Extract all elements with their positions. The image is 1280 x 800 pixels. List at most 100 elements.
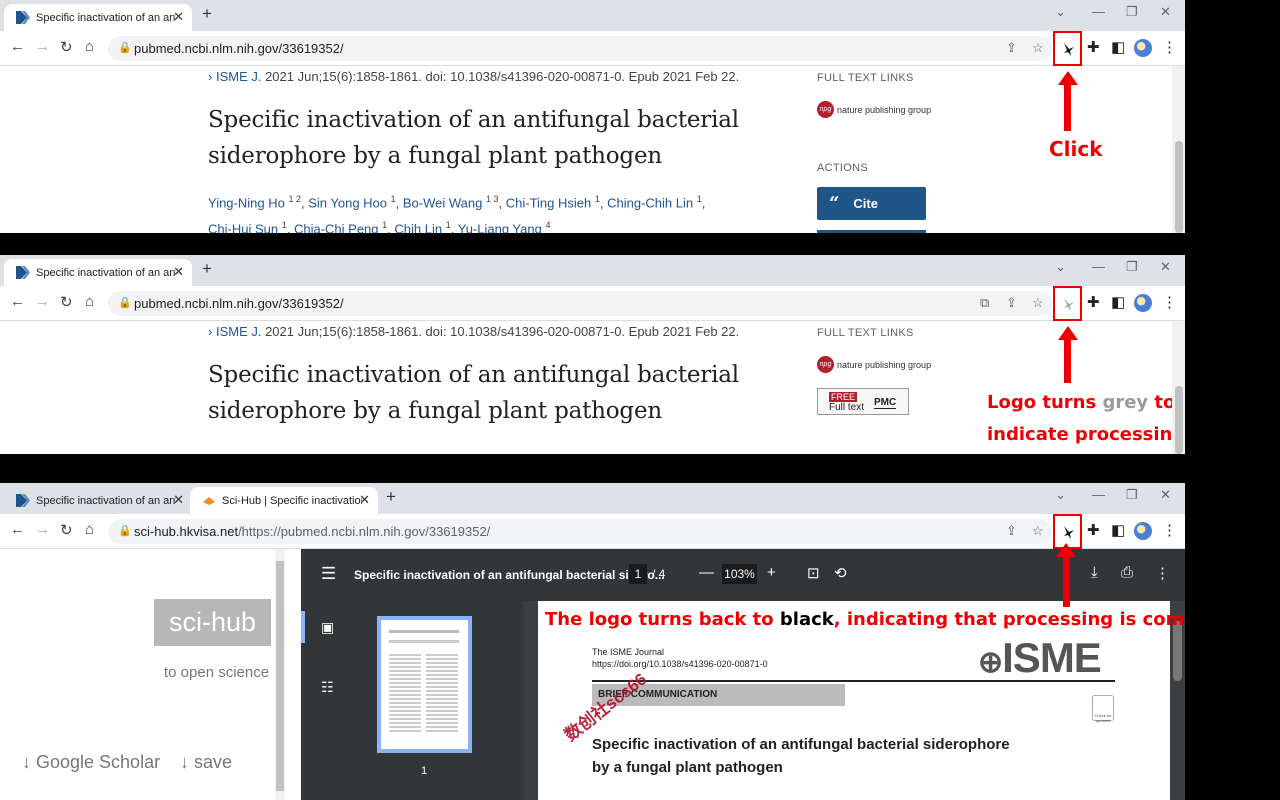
author-link[interactable]: Chih Lin <box>394 222 442 233</box>
cite-button[interactable]: “ Cite <box>817 187 926 220</box>
fit-page-icon[interactable]: ⊡ <box>807 564 820 582</box>
tab-search-chevron-icon[interactable]: ⌄ <box>1055 487 1066 503</box>
menu-kebab-icon[interactable]: ⋮ <box>1162 38 1177 56</box>
author-link[interactable]: Chia-Chi Peng <box>294 222 379 233</box>
author-link[interactable]: Ying-Ning Ho <box>208 195 285 210</box>
avatar[interactable] <box>1134 522 1152 540</box>
zoom-in-icon[interactable]: + <box>767 564 776 581</box>
save-link[interactable]: ↓ save <box>180 752 232 773</box>
forward-arrow-icon[interactable]: → <box>35 293 50 310</box>
menu-kebab-icon[interactable]: ⋮ <box>1162 293 1177 311</box>
npg-full-text-link[interactable]: npg nature publishing group <box>817 356 931 373</box>
pdf-scrollbar[interactable] <box>1170 601 1185 800</box>
author-link[interactable]: Yu-Liang Yang <box>458 222 542 233</box>
print-icon[interactable]: ⎙ <box>1121 564 1133 581</box>
tab-scihub[interactable]: Sci-Hub | Specific inactivation of ✕ <box>190 487 378 514</box>
tab-pubmed[interactable]: Specific inactivation of an antifun ✕ <box>4 4 192 31</box>
google-scholar-link[interactable]: ↓ Google Scholar <box>22 752 160 773</box>
restore-button[interactable]: ❐ <box>1126 487 1138 503</box>
author-affiliation[interactable]: 4 <box>545 220 550 230</box>
extensions-puzzle-icon[interactable]: ✚ <box>1087 38 1100 56</box>
scroll-thumb[interactable] <box>1175 386 1183 454</box>
extensions-puzzle-icon[interactable]: ✚ <box>1087 293 1100 311</box>
download-icon[interactable]: ⤓ <box>1091 564 1098 581</box>
author-link[interactable]: Sin Yong Hoo <box>308 195 387 210</box>
avatar[interactable] <box>1134 39 1152 57</box>
restore-button[interactable]: ❐ <box>1126 4 1138 20</box>
author-link[interactable]: Bo-Wei Wang <box>403 195 482 210</box>
back-arrow-icon[interactable]: ← <box>10 293 25 310</box>
close-window-button[interactable]: ✕ <box>1160 259 1171 275</box>
scihub-extension-bird-icon[interactable] <box>1062 41 1076 57</box>
page-scrollbar[interactable] <box>1172 66 1185 233</box>
sidebar-scrollbar[interactable] <box>275 549 285 800</box>
pmc-free-full-text-link[interactable]: FREE Full text PMC <box>817 388 909 415</box>
scihub-logo[interactable]: sci-hub <box>154 599 271 646</box>
address-bar[interactable]: 🔒 pubmed.ncbi.nlm.nih.gov/33619352/ ⇪ ☆ <box>108 36 1052 61</box>
more-options-icon[interactable]: ⋮ <box>1155 564 1170 582</box>
restore-button[interactable]: ❐ <box>1126 259 1138 275</box>
home-icon[interactable]: ⌂ <box>85 521 94 538</box>
zoom-level-input[interactable]: 103% <box>722 564 757 584</box>
menu-kebab-icon[interactable]: ⋮ <box>1162 521 1177 539</box>
back-arrow-icon[interactable]: ← <box>10 38 25 55</box>
page-number-input[interactable]: 1 <box>629 564 647 584</box>
new-tab-button[interactable]: + <box>202 259 212 279</box>
share-icon[interactable]: ⇪ <box>1006 295 1017 311</box>
close-tab-icon[interactable]: ✕ <box>359 492 370 508</box>
bookmark-star-icon[interactable]: ☆ <box>1032 523 1044 539</box>
side-panel-icon[interactable]: ◧ <box>1111 293 1125 311</box>
author-link[interactable]: Chi-Hui Sun <box>208 222 278 233</box>
new-tab-button[interactable]: + <box>202 4 212 24</box>
forward-arrow-icon[interactable]: → <box>35 521 50 538</box>
tab-pubmed[interactable]: Specific inactivation of an antifun ✕ <box>4 259 192 286</box>
thumb-scrollbar[interactable] <box>523 601 538 800</box>
close-tab-icon[interactable]: ✕ <box>173 492 184 508</box>
author-link[interactable]: Ching-Chih Lin <box>607 195 693 210</box>
bookmark-star-icon[interactable]: ☆ <box>1032 40 1044 56</box>
address-bar[interactable]: 🔒 sci-hub.hkvisa.net/https://pubmed.ncbi… <box>108 519 1052 544</box>
close-tab-icon[interactable]: ✕ <box>173 9 184 25</box>
page-thumbnail-1[interactable] <box>377 616 472 753</box>
side-panel-icon[interactable]: ◧ <box>1111 521 1125 539</box>
check-updates-badge[interactable]: Check for updates <box>1092 695 1114 723</box>
address-bar[interactable]: 🔒 pubmed.ncbi.nlm.nih.gov/33619352/ ⧉ ⇪ … <box>108 291 1052 316</box>
reload-icon[interactable]: ↻ <box>60 293 73 311</box>
bookmark-star-icon[interactable]: ☆ <box>1032 295 1044 311</box>
forward-arrow-icon[interactable]: → <box>35 38 50 55</box>
outline-view-icon[interactable]: ☷ <box>321 679 334 696</box>
scroll-thumb[interactable] <box>1175 141 1183 233</box>
rotate-icon[interactable]: ⟲ <box>834 564 847 582</box>
author-link[interactable]: Chi-Ting Hsieh <box>506 195 592 210</box>
tab-pubmed[interactable]: Specific inactivation of an antifun ✕ <box>4 487 192 514</box>
scroll-thumb[interactable] <box>1173 621 1182 681</box>
avatar[interactable] <box>1134 294 1152 312</box>
home-icon[interactable]: ⌂ <box>85 293 94 310</box>
author-affiliation[interactable]: 1 3 <box>486 194 499 204</box>
extensions-puzzle-icon[interactable]: ✚ <box>1087 521 1100 539</box>
zoom-out-icon[interactable]: — <box>699 564 714 581</box>
scroll-thumb[interactable] <box>276 561 284 791</box>
npg-full-text-link[interactable]: npg nature publishing group <box>817 101 931 118</box>
home-icon[interactable]: ⌂ <box>85 38 94 55</box>
hamburger-menu-icon[interactable]: ☰ <box>321 564 336 584</box>
close-tab-icon[interactable]: ✕ <box>173 264 184 280</box>
next-action-button[interactable] <box>817 230 926 233</box>
journal-link[interactable]: ISME J. <box>216 324 262 339</box>
share-icon[interactable]: ⇪ <box>1006 523 1017 539</box>
minimize-button[interactable]: — <box>1092 259 1105 274</box>
author-affiliation[interactable]: 1 2 <box>288 194 301 204</box>
scihub-extension-bird-icon-grey[interactable] <box>1062 296 1076 312</box>
share-icon[interactable]: ⇪ <box>1006 40 1017 56</box>
new-tab-button[interactable]: + <box>386 487 396 507</box>
journal-link[interactable]: ISME J. <box>216 69 262 84</box>
close-window-button[interactable]: ✕ <box>1160 487 1171 503</box>
back-arrow-icon[interactable]: ← <box>10 521 25 538</box>
side-panel-icon[interactable]: ◧ <box>1111 38 1125 56</box>
reload-icon[interactable]: ↻ <box>60 521 73 539</box>
close-window-button[interactable]: ✕ <box>1160 4 1171 20</box>
tab-search-chevron-icon[interactable]: ⌄ <box>1055 259 1066 275</box>
minimize-button[interactable]: — <box>1092 487 1105 502</box>
tab-search-chevron-icon[interactable]: ⌄ <box>1055 4 1066 20</box>
thumbnail-view-icon[interactable]: ▣ <box>321 619 334 636</box>
